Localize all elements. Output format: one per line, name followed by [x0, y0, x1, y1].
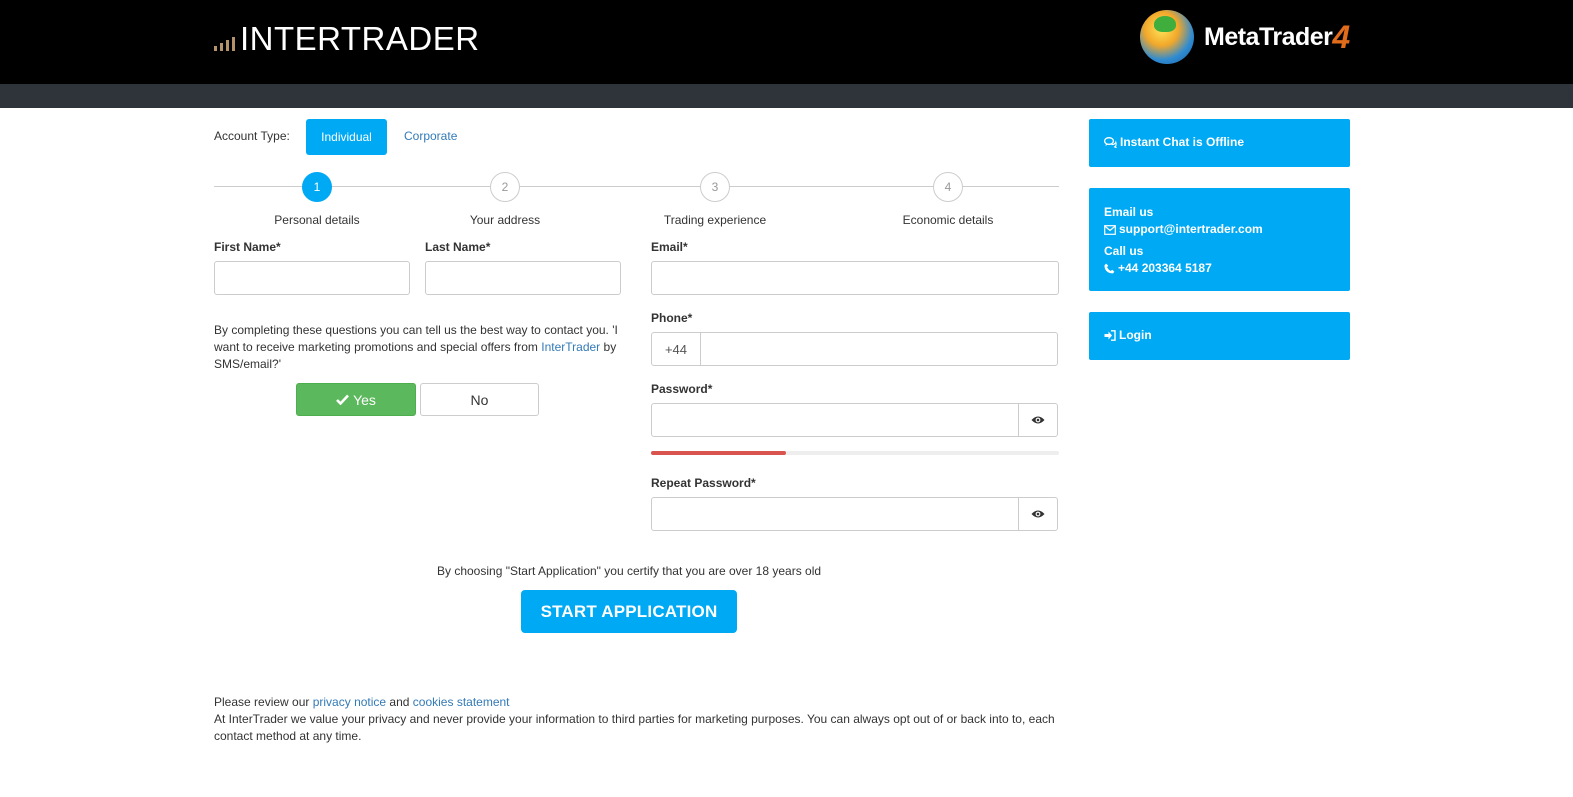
brand-name: INTERTRADER [240, 20, 480, 57]
review-line: Please review our privacy notice and coo… [214, 694, 1064, 711]
intertrader-logo[interactable]: INTERTRADER [214, 22, 480, 56]
step-3-circle: 3 [700, 172, 730, 202]
first-name-input[interactable] [214, 261, 410, 295]
password-strength-fill [651, 451, 786, 455]
consent-yes-button[interactable]: Yes [296, 383, 416, 416]
metatrader-globe-icon [1140, 10, 1194, 64]
chat-status: Instant Chat is Offline [1120, 135, 1245, 149]
last-name-input[interactable] [425, 261, 621, 295]
contact-box: Email us support@intertrader.com Call us… [1089, 188, 1350, 291]
metatrader-logo: MetaTrader 4 [1140, 10, 1350, 64]
marketing-consent-text: By completing these questions you can te… [214, 322, 624, 373]
step-4-circle: 4 [933, 172, 963, 202]
review-prefix: Please review our [214, 695, 313, 709]
platform-version: 4 [1332, 18, 1351, 55]
account-type-individual-button[interactable]: Individual [306, 119, 387, 155]
step-2-circle: 2 [490, 172, 520, 202]
email-heading: Email us [1104, 205, 1154, 219]
step-1-circle: 1 [302, 172, 332, 202]
password-input[interactable] [651, 403, 1019, 437]
age-certification-text: By choosing "Start Application" you cert… [437, 564, 822, 578]
cookies-statement-link[interactable]: cookies statement [413, 695, 510, 709]
logo-bars-icon [214, 37, 235, 51]
platform-name: MetaTrader [1204, 22, 1333, 51]
support-phone: +44 203364 5187 [1118, 261, 1212, 275]
intertrader-link[interactable]: InterTrader [541, 340, 600, 354]
call-heading: Call us [1104, 244, 1144, 258]
step-1-label: Personal details [274, 213, 360, 227]
repeat-password-show-toggle[interactable] [1018, 497, 1058, 531]
email-row[interactable]: support@intertrader.com [1104, 221, 1335, 238]
review-and: and [386, 695, 413, 709]
login-label: Login [1119, 328, 1152, 342]
chat-bubbles-icon [1104, 136, 1117, 148]
check-icon [336, 394, 350, 405]
account-type-label: Account Type: [214, 129, 290, 143]
step-4-label: Economic details [902, 213, 994, 227]
phone-row[interactable]: +44 203364 5187 [1104, 260, 1335, 277]
step-3-label: Trading experience [663, 213, 767, 227]
instant-chat-box[interactable]: Instant Chat is Offline [1089, 119, 1350, 167]
phone-icon [1104, 263, 1115, 274]
repeat-password-input[interactable] [651, 497, 1019, 531]
account-type-corporate-link[interactable]: Corporate [404, 129, 457, 143]
email-input[interactable] [651, 261, 1059, 295]
envelope-icon [1104, 224, 1116, 235]
phone-label: Phone* [651, 311, 693, 325]
repeat-password-label: Repeat Password* [651, 476, 756, 490]
login-box[interactable]: Login [1089, 312, 1350, 360]
privacy-footer: Please review our privacy notice and coo… [214, 694, 1064, 745]
password-strength-meter [651, 451, 1059, 455]
step-2-label: Your address [469, 213, 541, 227]
phone-input[interactable] [700, 332, 1058, 366]
eye-icon [1031, 509, 1045, 519]
sub-header-bar [0, 84, 1573, 108]
privacy-statement: At InterTrader we value your privacy and… [214, 712, 1055, 743]
start-application-button[interactable]: START APPLICATION [521, 590, 737, 633]
privacy-notice-link[interactable]: privacy notice [313, 695, 386, 709]
password-show-toggle[interactable] [1018, 403, 1058, 437]
support-email: support@intertrader.com [1119, 222, 1263, 236]
first-name-label: First Name* [214, 240, 281, 254]
phone-country-code[interactable]: +44 [651, 332, 701, 366]
consent-yes-label: Yes [353, 391, 376, 408]
last-name-label: Last Name* [425, 240, 491, 254]
password-label: Password* [651, 382, 713, 396]
sign-in-icon [1104, 329, 1116, 341]
eye-icon [1031, 415, 1045, 425]
consent-no-button[interactable]: No [420, 383, 539, 416]
email-label: Email* [651, 240, 688, 254]
